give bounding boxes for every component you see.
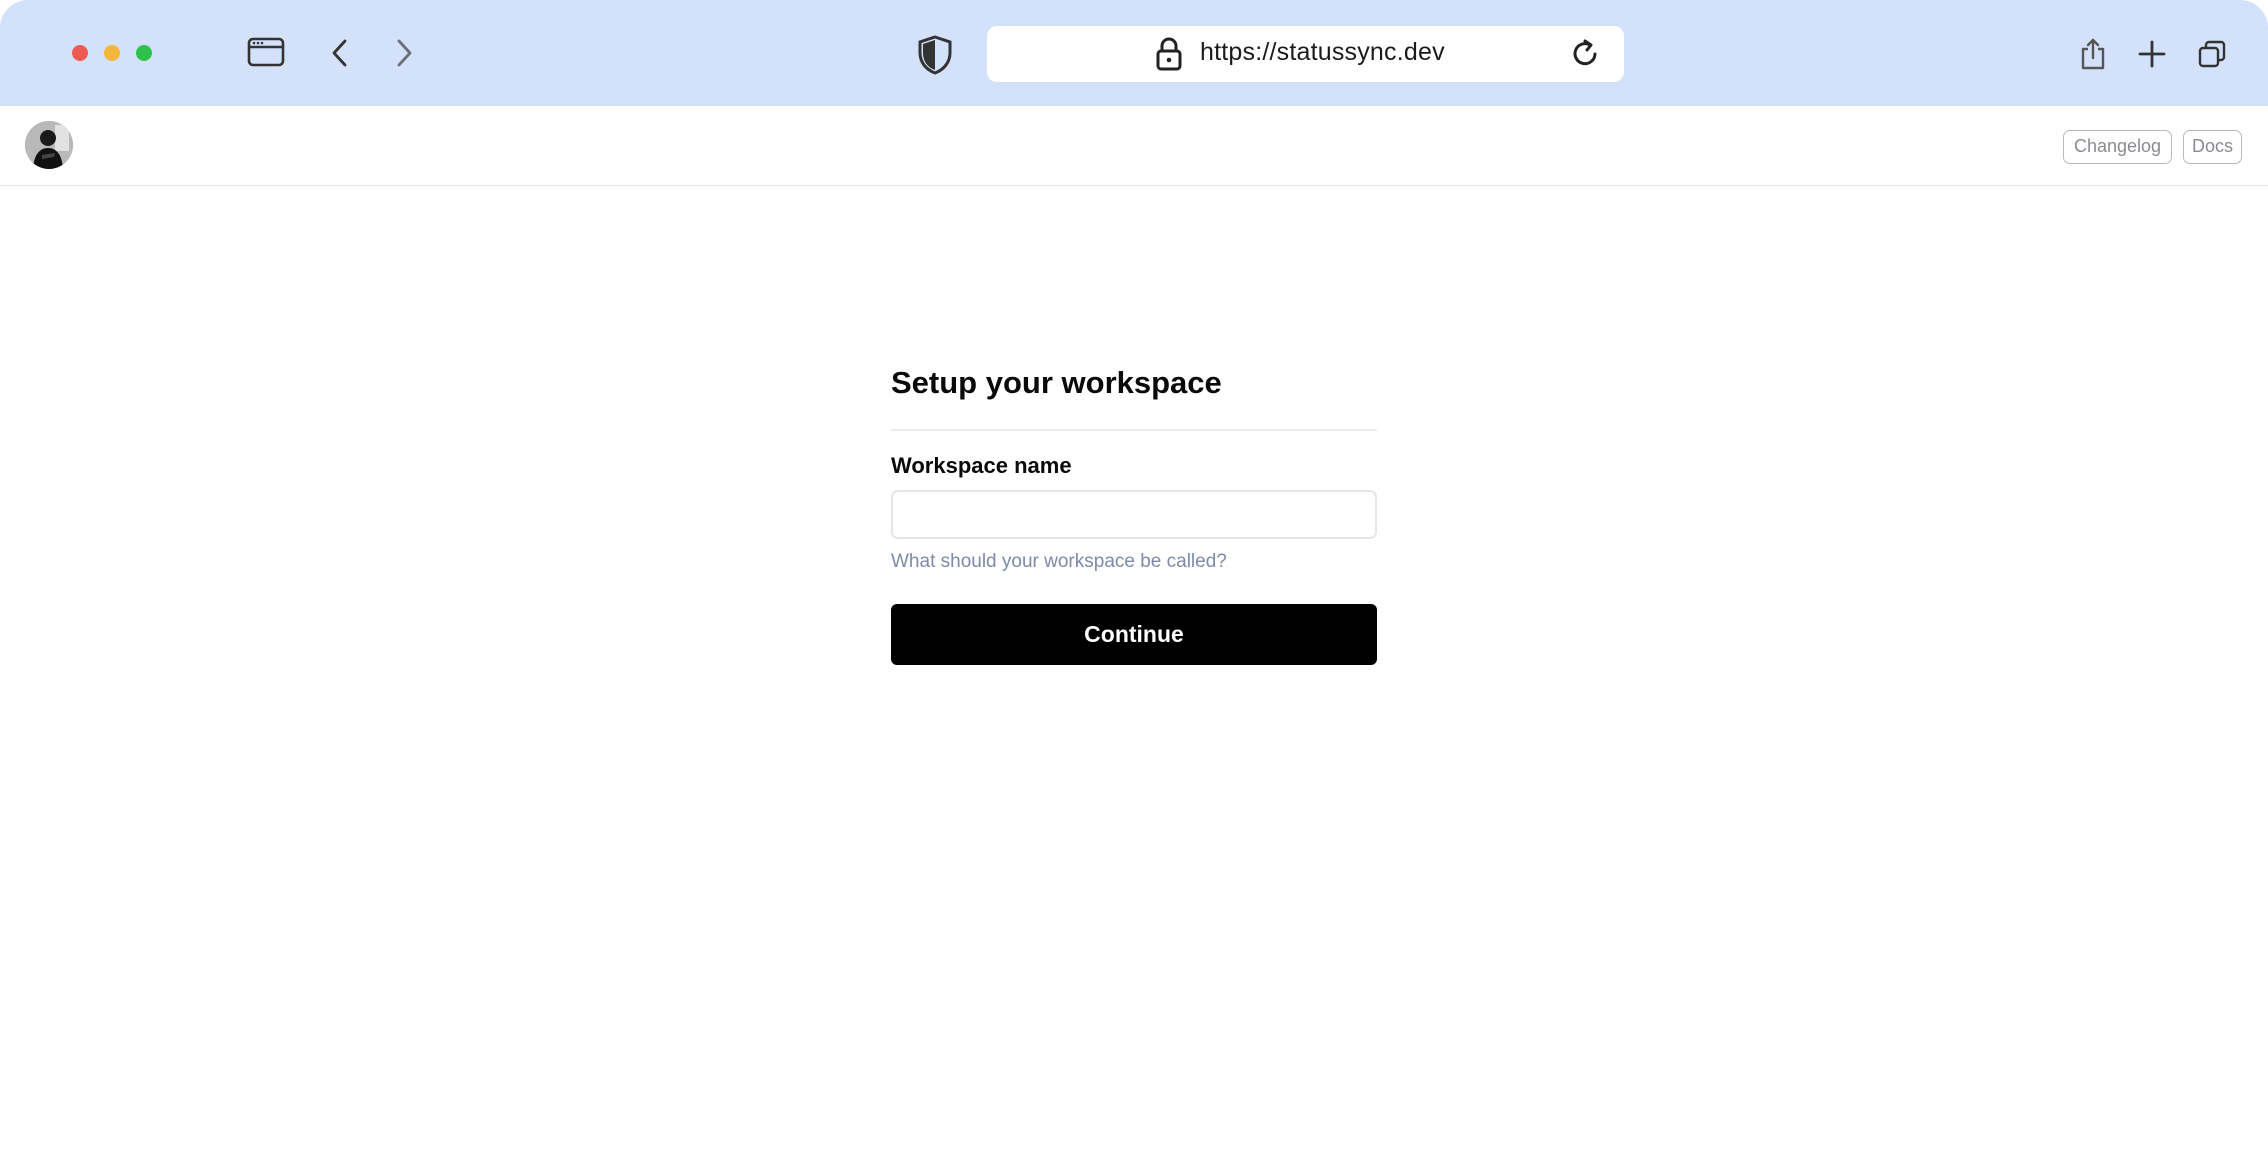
- lock-icon: [1152, 36, 1186, 72]
- new-tab-icon[interactable]: [2136, 38, 2168, 70]
- divider: [891, 429, 1377, 431]
- minimize-window-button[interactable]: [104, 45, 120, 61]
- app-header: Changelog Docs: [0, 106, 2268, 186]
- user-avatar[interactable]: [25, 121, 73, 169]
- shield-icon[interactable]: [914, 34, 956, 76]
- share-icon[interactable]: [2078, 36, 2108, 72]
- workspace-name-help: What should your workspace be called?: [891, 551, 1227, 572]
- docs-link[interactable]: Docs: [2183, 130, 2242, 164]
- browser-toolbar: https://statussync.dev: [0, 0, 2268, 106]
- workspace-setup-form: Setup your workspace Workspace name What…: [891, 360, 1377, 665]
- close-window-button[interactable]: [72, 45, 88, 61]
- url-text[interactable]: https://statussync.dev: [1200, 38, 1445, 67]
- forward-icon[interactable]: [388, 36, 420, 70]
- sidebar-icon[interactable]: [246, 34, 286, 70]
- reload-icon[interactable]: [1569, 36, 1603, 72]
- tabs-overview-icon[interactable]: [2196, 37, 2228, 71]
- workspace-name-input[interactable]: [891, 490, 1377, 539]
- changelog-link[interactable]: Changelog: [2063, 130, 2172, 164]
- maximize-window-button[interactable]: [136, 45, 152, 61]
- continue-button[interactable]: Continue: [891, 604, 1377, 665]
- address-bar[interactable]: https://statussync.dev: [987, 26, 1624, 82]
- page-title: Setup your workspace: [891, 365, 1222, 400]
- back-icon[interactable]: [324, 36, 356, 70]
- workspace-name-label: Workspace name: [891, 453, 1072, 478]
